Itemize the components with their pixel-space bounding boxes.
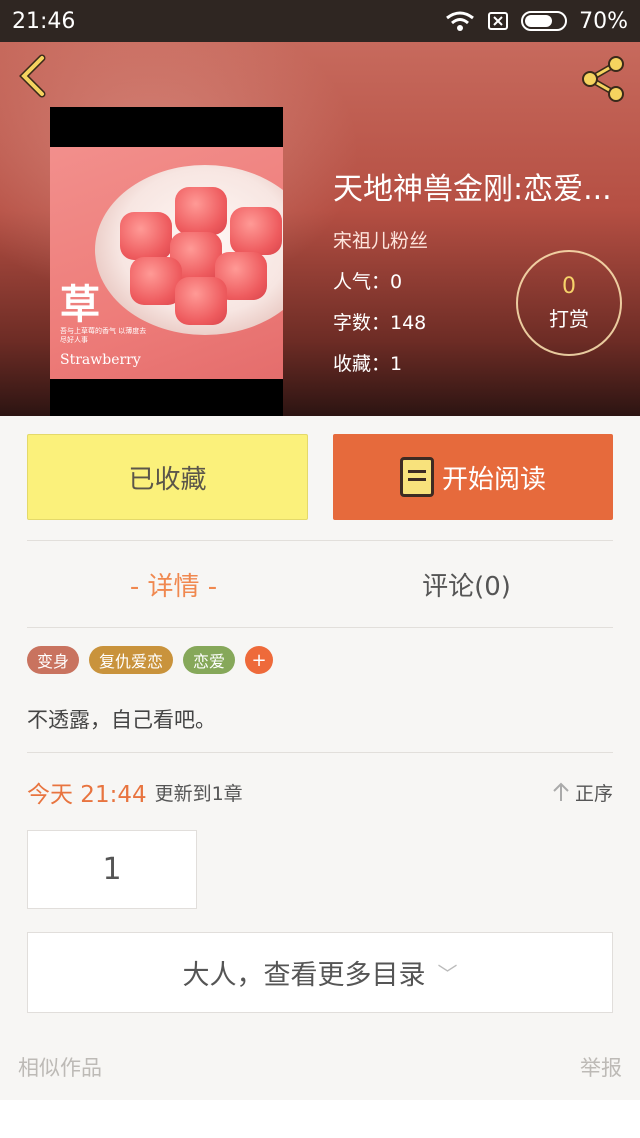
tag-item[interactable]: 复仇爱恋	[89, 646, 174, 674]
book-detail-content: 已收藏 开始阅读 - 详情 - 评论(0) 变身 复仇爱恋 恋爱 + 不透露，自…	[0, 416, 640, 1100]
tab-detail[interactable]: - 详情 -	[27, 541, 320, 627]
share-button[interactable]	[578, 54, 628, 104]
chevron-left-icon	[19, 54, 46, 98]
book-description: 不透露，自己看吧。	[27, 708, 216, 732]
similar-works-label: 相似作品	[18, 1056, 102, 1080]
cover-image: 草 吾与上草莓的香气 以薄度去尽好人事 Strawberry	[50, 147, 283, 379]
chapter-item[interactable]: 1	[27, 830, 197, 909]
more-chapters-button[interactable]: 大人，查看更多目录 ﹀	[27, 932, 613, 1013]
start-reading-label: 开始阅读	[441, 464, 546, 495]
update-date: 今天 21:44	[27, 782, 147, 808]
cover-subtitle: Strawberry	[60, 352, 141, 368]
book-title: 天地神兽金刚:恋爱...	[333, 172, 612, 207]
sort-toggle[interactable]: 正序	[551, 779, 613, 806]
book-header: 草 吾与上草莓的香气 以薄度去尽好人事 Strawberry 天地神兽金刚:恋爱…	[0, 42, 640, 416]
cover-small-text: 吾与上草莓的香气 以薄度去尽好人事	[60, 327, 147, 344]
divider	[27, 752, 613, 753]
reward-label: 打赏	[549, 307, 589, 331]
chevron-down-icon: ﹀	[437, 962, 458, 986]
battery-percent: 70%	[579, 8, 628, 34]
status-bar: 21:46 70%	[0, 0, 640, 42]
book-author[interactable]: 宋祖儿粉丝	[333, 226, 633, 253]
cover-title: 草	[60, 281, 100, 328]
more-chapters-label: 大人，查看更多目录	[182, 960, 426, 991]
book-cover[interactable]: 草 吾与上草莓的香气 以薄度去尽好人事 Strawberry	[50, 107, 283, 416]
tag-list: 变身 复仇爱恋 恋爱 +	[27, 646, 274, 674]
reward-button[interactable]: 0 打赏	[516, 250, 622, 356]
sort-label: 正序	[574, 782, 613, 805]
divider	[27, 627, 613, 628]
report-link[interactable]: 举报	[580, 1052, 622, 1082]
reward-count: 0	[562, 274, 576, 299]
battery-icon	[521, 11, 568, 31]
arrow-up-icon	[553, 782, 569, 801]
share-icon	[582, 56, 624, 102]
status-time: 21:46	[12, 8, 76, 34]
tag-item[interactable]: 恋爱	[183, 646, 236, 674]
book-icon	[399, 457, 434, 497]
collect-button[interactable]: 已收藏	[27, 434, 308, 520]
book-favorites: 收藏：1	[333, 353, 403, 375]
tag-item[interactable]: 变身	[27, 646, 80, 674]
back-button[interactable]	[14, 54, 54, 98]
tab-comments[interactable]: 评论(0)	[320, 541, 613, 627]
battery-fill	[525, 15, 552, 27]
no-sim-icon	[488, 12, 509, 30]
detail-tabs: - 详情 - 评论(0)	[27, 541, 613, 627]
status-icons: 70%	[445, 9, 628, 34]
update-text: 更新到1章	[154, 782, 243, 805]
start-reading-button[interactable]: 开始阅读	[333, 434, 613, 520]
wifi-icon	[446, 11, 475, 31]
update-row: 今天 21:44 更新到1章 正序	[27, 772, 613, 812]
add-tag-button[interactable]: +	[245, 646, 274, 674]
